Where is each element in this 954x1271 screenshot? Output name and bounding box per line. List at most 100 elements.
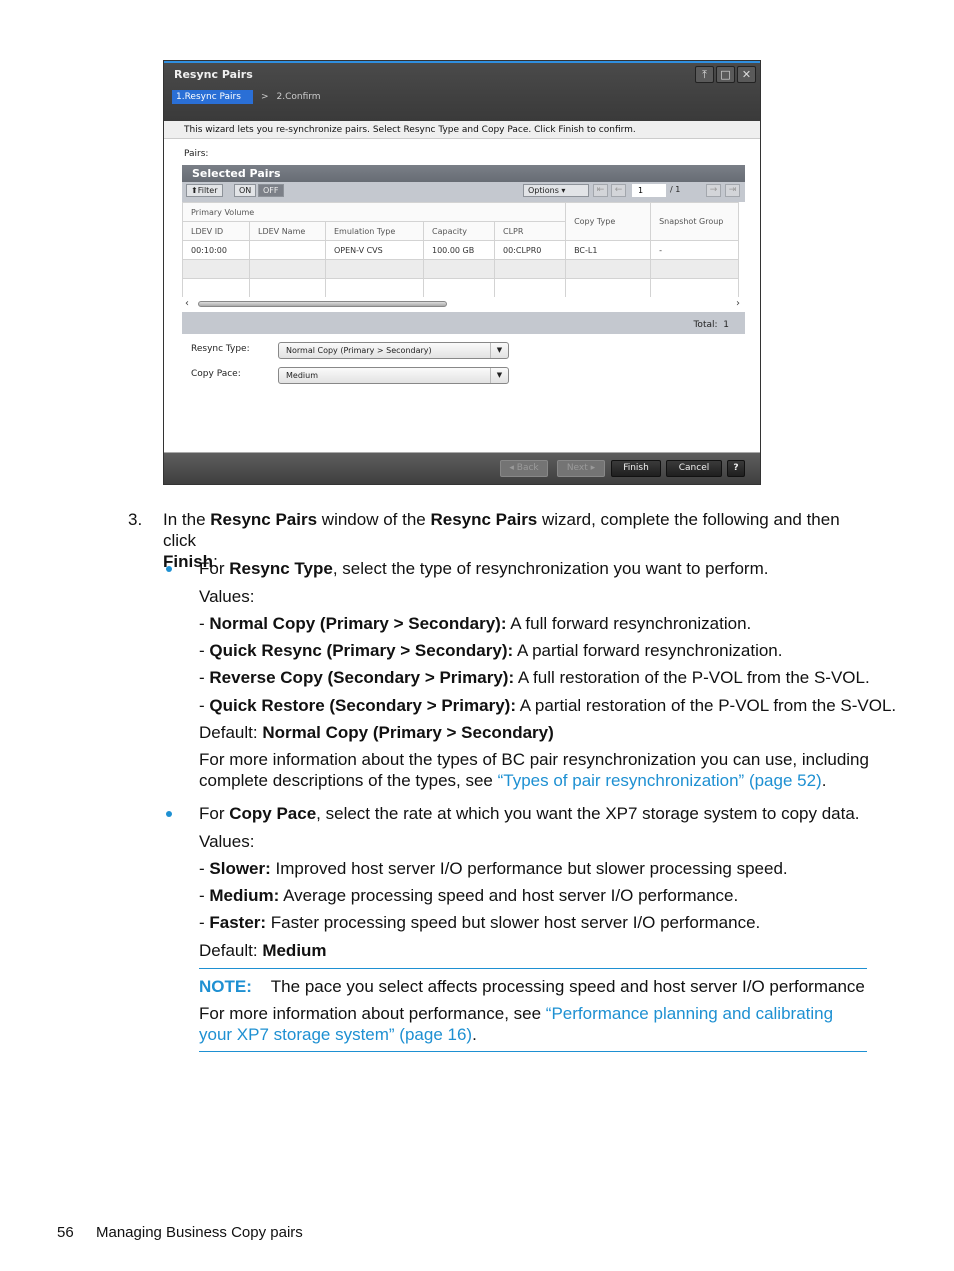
- pairs-table: Primary Volume Copy Type Snapshot Group …: [182, 202, 740, 297]
- selected-pairs-footer: Total: 1: [182, 312, 745, 334]
- types-of-resync-link[interactable]: “Types of pair resynchronization” (page …: [498, 771, 822, 790]
- wizard-step-confirm: 2.Confirm: [276, 92, 321, 102]
- column-header-ldev-name[interactable]: LDEV Name: [249, 221, 326, 241]
- value-name: Slower:: [209, 859, 271, 878]
- total-count: Total: 1: [693, 320, 729, 330]
- step-number: 3.: [128, 510, 143, 529]
- text: , select the type of resynchronization y…: [332, 559, 769, 578]
- text: .: [821, 771, 827, 790]
- page-number-input[interactable]: 1: [632, 184, 666, 197]
- column-group-primary-volume: Primary Volume: [182, 202, 567, 222]
- column-header-copy-type[interactable]: Copy Type: [565, 202, 652, 241]
- value-desc: A full forward resynchronization.: [506, 614, 752, 633]
- copy-pace-label: Copy Pace:: [191, 369, 241, 379]
- bold-text: Resync Pairs: [430, 510, 538, 529]
- cell-ldev-name: [249, 240, 326, 260]
- finish-button[interactable]: Finish: [611, 460, 661, 477]
- last-page-icon[interactable]: ⇥: [725, 184, 740, 197]
- filter-on-toggle[interactable]: ON: [234, 184, 257, 197]
- wizard-footer: ◂ Back Next ▸ Finish Cancel ?: [164, 452, 760, 484]
- empty-table-row: [182, 259, 740, 279]
- back-label: Back: [516, 463, 539, 473]
- text: For: [199, 804, 230, 823]
- resync-type-bullet: For Resync Type, select the type of resy…: [199, 558, 768, 579]
- copy-pace-select[interactable]: Medium ▼: [278, 367, 509, 384]
- resync-type-select[interactable]: Normal Copy (Primary > Secondary) ▼: [278, 342, 509, 359]
- column-header-snapshot-group[interactable]: Snapshot Group: [650, 202, 740, 241]
- back-arrow-icon: ◂: [509, 463, 514, 473]
- value-desc: Average processing speed and host server…: [279, 886, 739, 905]
- pace-default: Default: Medium: [199, 940, 327, 961]
- column-header-capacity[interactable]: Capacity: [423, 221, 495, 241]
- column-header-emulation-type[interactable]: Emulation Type: [325, 221, 424, 241]
- empty-table-row: [182, 278, 740, 297]
- options-button[interactable]: Options ▾: [523, 184, 589, 197]
- note-label: NOTE:: [199, 977, 252, 996]
- default-label: Default:: [199, 723, 263, 742]
- filter-chevron-icon: ⬆: [191, 186, 198, 195]
- value-name: Normal Copy (Primary > Secondary):: [209, 614, 507, 633]
- total-value: 1: [723, 320, 729, 330]
- window-controls: ⤒ □ ✕: [695, 66, 756, 83]
- value-name: Quick Resync (Primary > Secondary):: [209, 641, 514, 660]
- pin-icon[interactable]: ⤒: [695, 66, 714, 83]
- back-button[interactable]: ◂ Back: [500, 460, 548, 477]
- cell-clpr: 00:CLPR0: [493, 240, 567, 260]
- table-row[interactable]: 00:10:00 OPEN-V CVS 100.00 GB 00:CLPR0 B…: [182, 240, 740, 260]
- column-header-clpr[interactable]: CLPR: [493, 221, 567, 241]
- value-desc: Faster processing speed but slower host …: [266, 913, 761, 932]
- bullet-icon: [166, 566, 172, 572]
- value-desc: A partial forward resynchronization.: [513, 641, 783, 660]
- next-page-icon[interactable]: →: [706, 184, 721, 197]
- scrollbar-thumb[interactable]: [198, 301, 447, 307]
- next-button[interactable]: Next ▸: [557, 460, 605, 477]
- wizard-steps: 1.Resync Pairs > 2.Confirm: [172, 90, 321, 104]
- chevron-down-icon: ▼: [490, 343, 508, 358]
- pace-value-item: - Medium: Average processing speed and h…: [199, 886, 739, 905]
- horizontal-scrollbar[interactable]: ‹ ›: [182, 297, 745, 312]
- default-label: Default:: [199, 941, 263, 960]
- next-arrow-icon: ▸: [590, 463, 596, 473]
- text: In the: [163, 510, 211, 529]
- cell-emulation-type: OPEN-V CVS: [325, 240, 424, 260]
- maximize-icon[interactable]: □: [716, 66, 735, 83]
- scroll-left-icon[interactable]: ‹: [185, 298, 189, 309]
- resync-value-item: - Quick Restore (Secondary > Primary): A…: [199, 696, 897, 715]
- first-page-icon[interactable]: ⇤: [593, 184, 608, 197]
- prev-page-icon[interactable]: ←: [611, 184, 626, 197]
- text: For: [199, 559, 230, 578]
- window-title: Resync Pairs: [174, 68, 253, 81]
- resync-type-label: Resync Type:: [191, 344, 250, 354]
- filter-button[interactable]: ⬆Filter: [186, 184, 223, 197]
- wizard-description: This wizard lets you re-synchronize pair…: [164, 121, 760, 139]
- close-icon[interactable]: ✕: [737, 66, 756, 83]
- resync-value-item: - Reverse Copy (Secondary > Primary): A …: [199, 668, 870, 687]
- value-name: Medium:: [209, 886, 280, 905]
- cell-ldev-id: 00:10:00: [182, 240, 250, 260]
- cell-snapshot-group: -: [650, 240, 740, 260]
- scroll-right-icon[interactable]: ›: [736, 298, 740, 309]
- text: window of the: [317, 510, 431, 529]
- cell-copy-type: BC-L1: [565, 240, 652, 260]
- value-desc: A partial restoration of the P-VOL from …: [515, 696, 897, 715]
- link-text: “Performance planning and calibrating: [545, 1004, 834, 1023]
- help-button[interactable]: ?: [727, 460, 745, 477]
- column-header-ldev-id[interactable]: LDEV ID: [182, 221, 250, 241]
- total-label: Total:: [693, 320, 718, 330]
- text: For more information about the types of …: [199, 750, 869, 769]
- resync-more-info: For more information about the types of …: [199, 749, 879, 791]
- value-name: Faster:: [209, 913, 267, 932]
- filter-off-toggle[interactable]: OFF: [258, 184, 284, 197]
- pace-value-item: - Slower: Improved host server I/O perfo…: [199, 859, 788, 878]
- note-bottom-rule: [199, 1051, 867, 1052]
- resync-value-item: - Normal Copy (Primary > Secondary): A f…: [199, 614, 752, 633]
- page-number: 56: [57, 1224, 74, 1241]
- resync-value-item: - Quick Resync (Primary > Secondary): A …: [199, 641, 783, 660]
- selected-pairs-toolbar: ⬆Filter ON OFF Options ▾ ⇤ ← 1 / 1 → ⇥: [182, 182, 745, 199]
- selected-pairs-title: Selected Pairs: [182, 165, 745, 182]
- copy-pace-bullet: For Copy Pace, select the rate at which …: [199, 803, 860, 824]
- selected-pairs-panel: Selected Pairs ⬆Filter ON OFF Options ▾ …: [182, 165, 745, 334]
- note-top-rule: [199, 968, 867, 969]
- resync-default: Default: Normal Copy (Primary > Secondar…: [199, 722, 554, 743]
- cancel-button[interactable]: Cancel: [666, 460, 722, 477]
